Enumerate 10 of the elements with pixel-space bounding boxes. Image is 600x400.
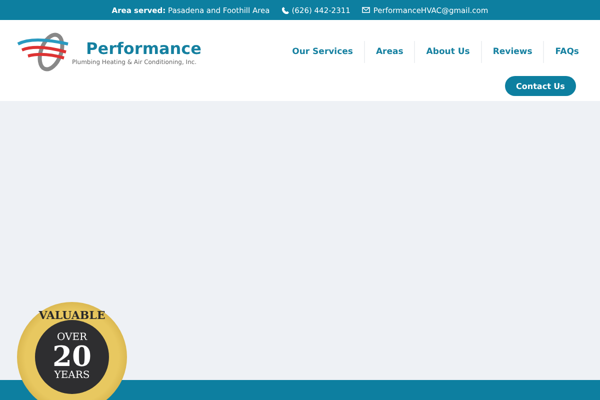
- phone-icon: [282, 6, 289, 14]
- logo-swirl-icon: [16, 32, 70, 72]
- nav-link[interactable]: Reviews: [480, 41, 544, 63]
- contact-us-button[interactable]: Contact Us: [505, 76, 576, 96]
- nav-link[interactable]: Our Services: [280, 41, 364, 63]
- logo-name: Performance: [86, 38, 202, 58]
- mail-icon: [362, 7, 370, 13]
- nav-link[interactable]: About Us: [414, 41, 481, 63]
- nav-link[interactable]: Areas: [364, 41, 414, 63]
- nav-link[interactable]: FAQs: [543, 41, 590, 63]
